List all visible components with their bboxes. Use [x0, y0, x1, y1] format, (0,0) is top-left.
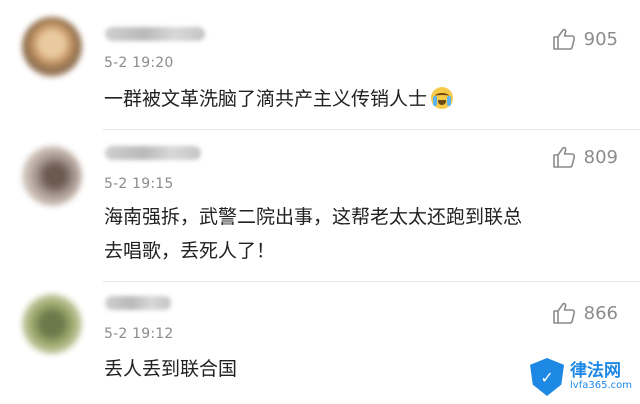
username-blurred[interactable]: [105, 296, 171, 310]
comment-text-line: 海南强拆，武警二院出事，这帮老太太还跑到联总: [104, 206, 523, 228]
comment-time: 5-2 19:15: [104, 176, 174, 192]
username-blurred[interactable]: [105, 27, 205, 41]
like-count: 866: [583, 302, 618, 324]
comment-item: 5-2 19:20 905 一群被文革洗脑了滴共产主义传销人士: [0, 0, 640, 130]
comment-text: 海南强拆，武警二院出事，这帮老太太还跑到联总 去唱歌，丢死人了！: [104, 200, 544, 268]
like-button[interactable]: 866: [552, 302, 618, 324]
like-count: 905: [583, 28, 618, 50]
thumbs-up-icon: [552, 302, 575, 324]
like-button[interactable]: 809: [552, 146, 618, 168]
like-count: 809: [583, 146, 618, 168]
comment-text: 一群被文革洗脑了滴共产主义传销人士: [104, 82, 544, 116]
shield-icon: ✓: [530, 358, 565, 396]
comment-time: 5-2 19:12: [104, 326, 174, 342]
comment-item: 5-2 19:15 809 海南强拆，武警二院出事，这帮老太太还跑到联总 去唱歌…: [0, 130, 640, 282]
comment-text: 丢人丢到联合国: [104, 358, 238, 380]
like-button[interactable]: 905: [552, 28, 618, 50]
avatar[interactable]: [22, 17, 82, 77]
comment-time: 5-2 19:20: [104, 55, 174, 71]
avatar[interactable]: [22, 146, 82, 206]
avatar[interactable]: [22, 294, 82, 354]
thumbs-up-icon: [552, 146, 575, 168]
comment-text-line: 去唱歌，丢死人了！: [104, 240, 276, 262]
watermark-logo: ✓ 律法网 lvfa365.com: [530, 358, 632, 396]
crying-emoji-icon: [431, 87, 454, 109]
username-blurred[interactable]: [105, 146, 201, 160]
watermark-url: lvfa365.com: [570, 380, 632, 391]
thumbs-up-icon: [552, 28, 575, 50]
watermark-title: 律法网: [570, 361, 622, 381]
